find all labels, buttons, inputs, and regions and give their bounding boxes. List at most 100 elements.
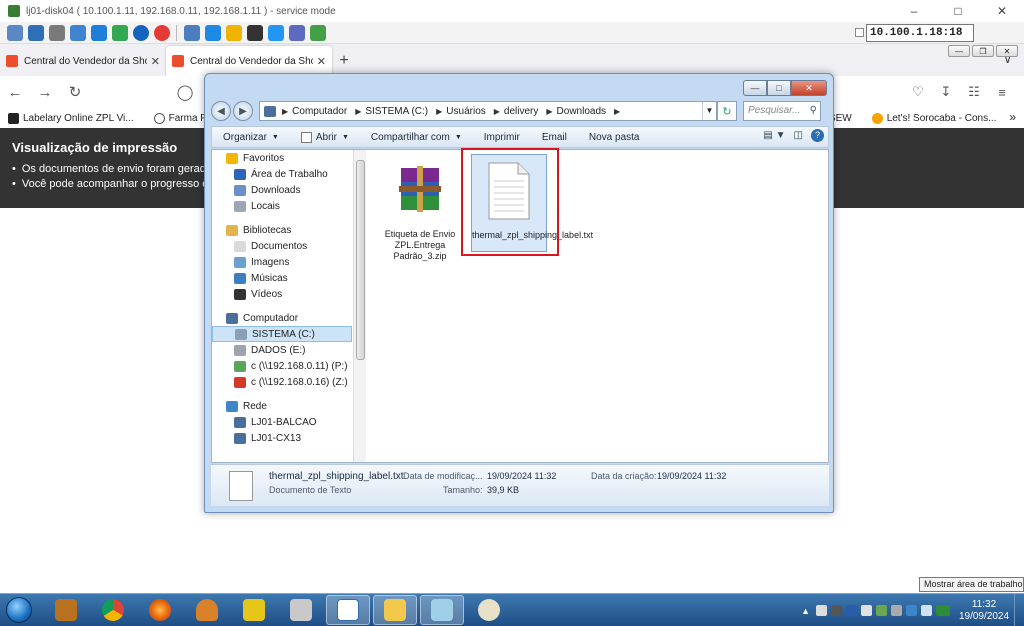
menu-icon[interactable]: ≡ (988, 85, 1016, 100)
cmd-email[interactable]: Email (531, 132, 578, 143)
tray-monitor-icon[interactable] (921, 605, 932, 616)
monitor-icon[interactable] (205, 24, 221, 41)
help-icon[interactable]: ? (811, 129, 824, 142)
tray-expand-icon[interactable]: ▲ (801, 606, 810, 616)
tray-shield-icon[interactable] (846, 605, 857, 616)
ip-checkbox[interactable] (855, 28, 864, 37)
nav-item-15[interactable]: c (\\192.168.0.16) (Z:) (212, 374, 352, 390)
tray-device-icon[interactable] (831, 605, 842, 616)
stop-icon[interactable] (154, 24, 170, 41)
nav-item-6[interactable]: Documentos (212, 238, 352, 254)
refresh-icon[interactable] (70, 24, 86, 41)
nav-item-2[interactable]: Downloads (212, 182, 352, 198)
tab-close-icon[interactable]: ✕ (317, 55, 326, 68)
cmd-nova-pasta[interactable]: Nova pasta (578, 132, 651, 143)
info-icon[interactable] (133, 24, 149, 41)
explorer-maximize-button[interactable]: □ (767, 80, 791, 96)
taskbar-yellow-app[interactable] (232, 595, 276, 625)
reload-icon[interactable]: ↻ (60, 77, 90, 107)
nav-item-3[interactable]: Locais (212, 198, 352, 214)
explorer-forward-icon[interactable]: ▶ (233, 101, 253, 121)
breadcrumb-usuarios[interactable]: Usuários (446, 106, 485, 117)
browser-tab-1[interactable]: Central do Vendedor da Shopee ✕ (0, 46, 166, 76)
fullscreen-icon[interactable] (28, 24, 44, 41)
download-icon[interactable]: ↧ (932, 84, 960, 100)
bookmark-labelary[interactable]: Labelary Online ZPL Vi... (0, 112, 134, 124)
camera-icon[interactable] (268, 24, 284, 41)
taskbar-briefcase[interactable] (44, 595, 88, 625)
taskbar-firefox[interactable] (138, 595, 182, 625)
file-item-zip[interactable]: Etiqueta de Envio ZPL.Entrega Padrão_3.z… (382, 154, 458, 264)
new-tab-button[interactable]: + (332, 46, 356, 76)
cmd-imprimir[interactable]: Imprimir (473, 132, 531, 143)
nav-item-9[interactable]: Vídeos (212, 286, 352, 302)
transfer-icon[interactable] (112, 24, 128, 41)
cmd-compartilhar[interactable]: Compartilhar com ▼ (360, 132, 473, 143)
navigation-scrollbar[interactable] (353, 150, 366, 462)
minimize-button[interactable]: – (892, 0, 936, 22)
address-dropdown-icon[interactable]: ▼ (702, 102, 716, 120)
tray-network-icon[interactable] (861, 605, 872, 616)
taskbar-explorer[interactable] (373, 595, 417, 625)
nav-item-0[interactable]: Favoritos (212, 150, 352, 166)
tray-z-icon[interactable] (906, 605, 917, 616)
taskbar-clock[interactable]: 11:32 19/09/2024 (956, 599, 1012, 623)
taskbar-printer[interactable] (279, 595, 323, 625)
breadcrumb-sistema[interactable]: SISTEMA (C:) (365, 106, 428, 117)
back-icon[interactable]: ← (0, 77, 30, 107)
start-button[interactable] (2, 594, 36, 626)
breadcrumb-computador[interactable]: Computador (292, 106, 347, 117)
address-bar[interactable]: ▶ Computador ▶ SISTEMA (C:) ▶ Usuários ▶ de… (259, 101, 717, 121)
bookmarks-overflow-icon[interactable]: » (1009, 110, 1016, 124)
scrollbar-thumb[interactable] (356, 160, 365, 360)
preview-pane-icon[interactable]: ◫ (794, 130, 803, 141)
rdp-minimize-icon[interactable]: — (948, 45, 970, 57)
taskbar-user-app[interactable] (185, 595, 229, 625)
browser-tab-2[interactable]: Central do Vendedor da Shopee ✕ (166, 46, 332, 76)
taskbar-paint[interactable] (467, 595, 511, 625)
rdp-restore-icon[interactable]: ❐ (972, 45, 994, 57)
nav-item-14[interactable]: c (\\192.168.0.11) (P:) (212, 358, 352, 374)
forward-icon[interactable]: → (30, 77, 60, 107)
taskbar-notes[interactable] (420, 595, 464, 625)
taskbar-chrome[interactable] (91, 595, 135, 625)
windows-icon[interactable] (91, 24, 107, 41)
breadcrumb-delivery[interactable]: delivery (504, 106, 538, 117)
extensions-icon[interactable]: ☷ (960, 84, 988, 100)
nav-item-19[interactable]: LJ01-CX13 (212, 430, 352, 446)
search-input[interactable]: Pesquisar... ⚲ (743, 101, 821, 121)
nav-item-8[interactable]: Músicas (212, 270, 352, 286)
settings-icon[interactable] (49, 24, 65, 41)
tray-printer-icon[interactable] (816, 605, 827, 616)
folder-icon[interactable] (226, 24, 242, 41)
taskbar-vida-link[interactable] (326, 595, 370, 625)
rdp-close-icon[interactable]: ✕ (996, 45, 1018, 57)
explorer-close-button[interactable]: ✕ (791, 80, 827, 96)
nav-item-18[interactable]: LJ01-BALCAO (212, 414, 352, 430)
nav-item-13[interactable]: DADOS (E:) (212, 342, 352, 358)
tracking-shield-icon[interactable]: ◯ (170, 77, 200, 107)
refresh-icon[interactable]: ↻ (717, 101, 737, 121)
brazil-flag-icon[interactable] (936, 605, 950, 616)
change-view-icon[interactable]: ▤ ▼ (763, 130, 785, 141)
bookmark-lets-sorocaba[interactable]: Let's! Sorocaba - Cons... (864, 112, 996, 124)
nav-item-7[interactable]: Imagens (212, 254, 352, 270)
tray-signal-icon[interactable] (891, 605, 902, 616)
nav-item-1[interactable]: Área de Trabalho (212, 166, 352, 182)
cmd-abrir[interactable]: Abrir ▼ (290, 131, 360, 143)
explorer-back-icon[interactable]: ◀ (211, 101, 231, 121)
chat-icon[interactable] (289, 24, 305, 41)
nav-item-5[interactable]: Bibliotecas (212, 222, 352, 238)
nav-item-12[interactable]: SISTEMA (C:) (212, 326, 352, 342)
nav-item-17[interactable]: Rede (212, 398, 352, 414)
pocket-icon[interactable]: ♡ (904, 84, 932, 100)
close-button[interactable]: ✕ (980, 0, 1024, 22)
breadcrumb-downloads[interactable]: Downloads (557, 106, 606, 117)
connect-icon[interactable] (7, 24, 23, 41)
ip-address-field[interactable]: 10.100.1.18:18 (866, 24, 974, 42)
maximize-button[interactable]: □ (936, 0, 980, 22)
tray-app-icon[interactable] (876, 605, 887, 616)
terminal-icon[interactable] (247, 24, 263, 41)
screen-icon[interactable] (184, 24, 200, 41)
show-desktop-button[interactable] (1014, 594, 1024, 626)
